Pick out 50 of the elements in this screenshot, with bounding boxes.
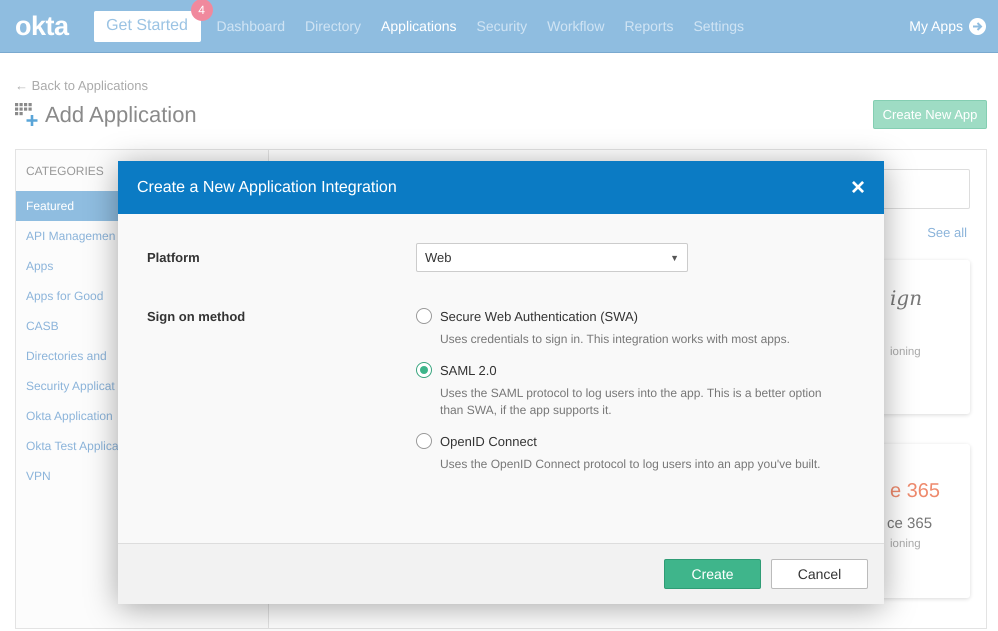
option-description: Uses the OpenID Connect protocol to log users into an app you've built. — [440, 456, 822, 473]
category-item[interactable]: Featured — [16, 191, 118, 221]
nav-tab[interactable]: Settings — [683, 18, 754, 34]
radio-button[interactable] — [416, 433, 432, 449]
field-label: Sign on method — [147, 309, 246, 326]
app-logo: e 365 — [890, 480, 940, 503]
option-label: Secure Web Authentication (SWA) — [440, 308, 639, 324]
nav-tab[interactable]: Security — [466, 18, 538, 34]
section-heading: CATEGORIES — [25, 164, 105, 178]
option-description: Uses the SAML protocol to log users into the app. This is a better option than SWA, if the app supports it. — [440, 385, 823, 419]
page-title: Add Application — [45, 102, 197, 128]
category-item[interactable]: Security Applicat — [16, 371, 118, 401]
notification-badge: 4 — [190, 0, 213, 20]
category-item[interactable]: Okta Test Applica — [16, 431, 118, 461]
nav-tab[interactable]: Reports — [614, 18, 684, 34]
see-all-link[interactable]: See all — [927, 225, 967, 240]
arrow-circle-icon — [969, 18, 986, 34]
caret-icon: ▼ — [670, 252, 679, 262]
okta-logo: okta — [15, 10, 69, 42]
field-label: Platform — [147, 250, 201, 265]
category-item[interactable]: Apps — [16, 251, 118, 281]
nav-tab[interactable]: Directory — [295, 18, 372, 34]
dialog-title: Create a New Application Integration — [137, 178, 397, 196]
app-name: ce 365 — [887, 515, 932, 532]
app-caption: ioning — [890, 346, 921, 358]
category-item[interactable]: Apps for Good — [16, 281, 118, 311]
app-caption: ioning — [890, 538, 921, 550]
option-label: OpenID Connect — [440, 434, 538, 448]
category-item[interactable]: VPN — [16, 461, 118, 491]
category-item[interactable]: Directories and — [16, 341, 118, 371]
nav-tab[interactable]: Applications — [371, 18, 467, 34]
category-item[interactable]: Okta Application — [16, 401, 118, 431]
back-link[interactable]: ← Back to Applications — [15, 78, 148, 93]
create-button[interactable]: Create — [664, 559, 761, 589]
nav-tab[interactable]: Dashboard — [206, 18, 296, 34]
option-description: Uses credentials to sign in. This integration works with most apps. — [440, 331, 791, 348]
cancel-button[interactable]: Cancel — [771, 559, 868, 589]
platform-dropdown[interactable]: Web ▼ — [416, 243, 688, 272]
my-apps-link[interactable]: My Apps — [909, 18, 986, 34]
close-button[interactable]: × — [850, 176, 865, 200]
create-new-app-button[interactable]: Create New App — [873, 100, 987, 129]
radio-button[interactable] — [416, 308, 432, 324]
category-item[interactable]: API Managemen — [16, 221, 118, 251]
option-label: SAML 2.0 — [440, 362, 498, 378]
radio-button[interactable] — [416, 362, 432, 378]
grid-plus-icon — [15, 102, 39, 126]
get-started-button[interactable]: Get Started — [94, 10, 201, 42]
category-item[interactable]: CASB — [16, 311, 118, 341]
nav-tab[interactable]: Workflow — [537, 18, 614, 34]
app-logo: ign — [890, 286, 922, 310]
